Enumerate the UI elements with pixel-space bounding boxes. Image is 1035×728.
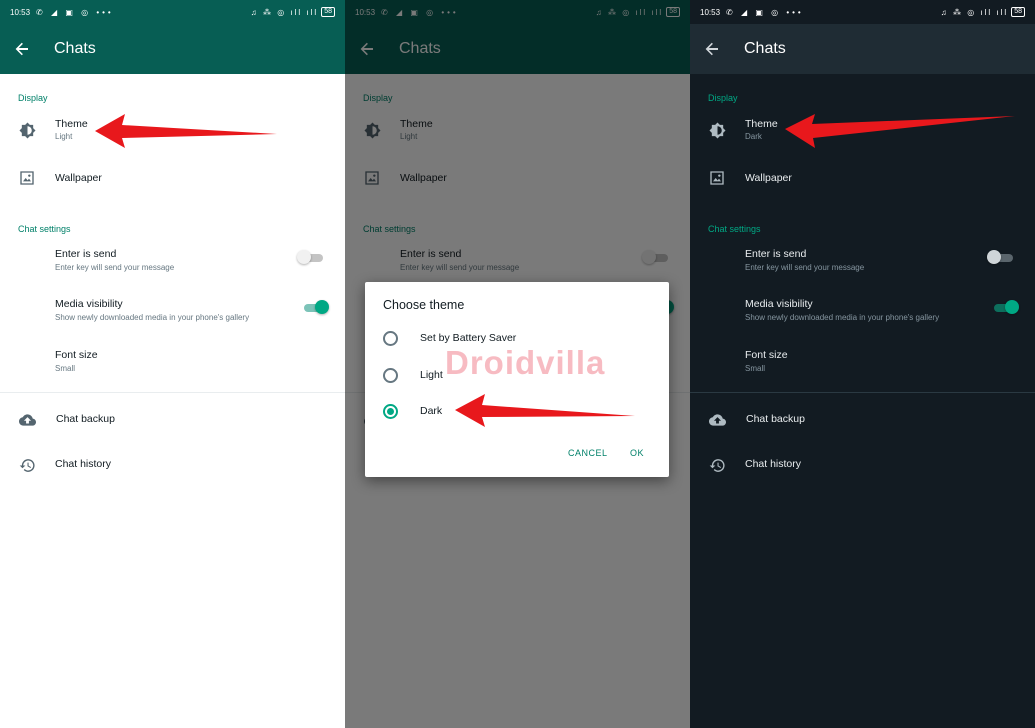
light-theme-screen: 10:53 ✆ ◢ ▣ ◎ ••• ♫ ⁂ ◎ ıll ıll 58 Chats…	[0, 0, 345, 728]
choose-theme-screen: 10:53 ✆ ◢ ▣ ◎ ••• ♫ ⁂ ◎ ıll ıll 58 Chats…	[345, 0, 690, 728]
setting-font-size-value: Small	[55, 364, 76, 373]
annotation-arrow	[785, 114, 1015, 148]
status-time: 10:53	[700, 7, 721, 17]
theme-option-label: Dark	[420, 405, 443, 417]
notification-icons: ✆ ◢ ▣ ◎ •••	[36, 7, 114, 17]
enter-is-send-toggle[interactable]	[987, 250, 1013, 264]
divider	[0, 392, 345, 393]
wallpaper-icon	[18, 169, 36, 187]
setting-font-size[interactable]: Font size Small	[0, 345, 345, 381]
dialog-title: Choose theme	[383, 298, 465, 312]
setting-chat-backup-title: Chat backup	[56, 413, 115, 425]
history-icon	[18, 456, 36, 474]
section-header-display: Display	[708, 93, 738, 103]
setting-wallpaper[interactable]: Wallpaper	[690, 162, 1035, 194]
setting-theme-value: Dark	[745, 132, 762, 141]
radio-button[interactable]	[383, 367, 398, 383]
setting-font-size[interactable]: Font size Small	[690, 345, 1035, 381]
setting-media-visibility[interactable]: Media visibility Show newly downloaded m…	[690, 294, 1035, 330]
radio-button-selected[interactable]	[383, 403, 398, 419]
section-header-chat-settings: Chat settings	[708, 224, 761, 234]
setting-media-visibility-title: Media visibility	[745, 298, 813, 310]
media-visibility-toggle[interactable]	[302, 300, 329, 314]
setting-chat-history-title: Chat history	[55, 458, 112, 470]
page-title: Chats	[54, 40, 96, 57]
enter-is-send-toggle[interactable]	[297, 250, 323, 264]
status-time: 10:53	[10, 7, 31, 17]
setting-enter-is-send-title: Enter is send	[745, 248, 807, 260]
setting-chat-backup-title: Chat backup	[746, 413, 805, 425]
app-bar: Chats	[0, 24, 345, 74]
setting-media-visibility[interactable]: Media visibility Show newly downloaded m…	[0, 294, 345, 330]
battery-icon: 58	[321, 7, 335, 17]
setting-theme-title: Theme	[55, 118, 88, 130]
app-bar: Chats	[690, 24, 1035, 74]
cloud-upload-icon	[18, 411, 36, 429]
setting-theme-value: Light	[55, 132, 73, 141]
wallpaper-icon	[708, 169, 726, 187]
setting-chat-backup[interactable]: Chat backup	[0, 408, 345, 432]
setting-chat-backup[interactable]: Chat backup	[690, 408, 1035, 432]
section-header-chat-settings: Chat settings	[18, 224, 71, 234]
setting-media-visibility-title: Media visibility	[55, 298, 123, 310]
setting-enter-is-send[interactable]: Enter is send Enter key will send your m…	[690, 244, 1035, 280]
brightness-icon	[18, 121, 36, 139]
divider	[690, 392, 1035, 393]
annotation-arrow	[95, 114, 277, 148]
brightness-icon	[708, 121, 726, 139]
setting-chat-history[interactable]: Chat history	[690, 453, 1035, 477]
radio-button[interactable]	[383, 330, 398, 346]
status-bar: 10:53 ✆ ◢ ▣ ◎ ••• ♫ ⁂ ◎ ıll ıll 58	[0, 0, 345, 24]
setting-chat-history-title: Chat history	[745, 458, 802, 470]
media-visibility-toggle[interactable]	[992, 300, 1019, 314]
setting-enter-is-send-sub: Enter key will send your message	[745, 263, 865, 272]
notification-icons: ✆ ◢ ▣ ◎ •••	[726, 7, 804, 17]
back-arrow-icon[interactable]	[690, 41, 734, 57]
setting-media-visibility-sub: Show newly downloaded media in your phon…	[55, 313, 250, 322]
ok-button[interactable]: OK	[630, 448, 644, 458]
status-bar: 10:53 ✆ ◢ ▣ ◎ ••• ♫ ⁂ ◎ ıll ıll 58	[690, 0, 1035, 24]
setting-enter-is-send-title: Enter is send	[55, 248, 117, 260]
watermark-text: Droidvilla	[445, 344, 606, 381]
back-arrow-icon[interactable]	[0, 41, 44, 57]
section-header-display: Display	[18, 93, 48, 103]
system-icons: ♫ ⁂ ◎ ıll ıll	[250, 7, 319, 17]
setting-font-size-value: Small	[745, 364, 766, 373]
settings-list: Display Theme Dark Wallpaper Chat settin…	[690, 74, 1035, 728]
page-title: Chats	[744, 40, 786, 57]
battery-icon: 58	[1011, 7, 1025, 17]
cloud-upload-icon	[708, 411, 726, 429]
dark-theme-screen: 10:53 ✆ ◢ ▣ ◎ ••• ♫ ⁂ ◎ ıll ıll 58 Chats…	[690, 0, 1035, 728]
history-icon	[708, 456, 726, 474]
settings-list: Display Theme Light Wallpaper Chat setti…	[0, 74, 345, 728]
setting-wallpaper-title: Wallpaper	[55, 172, 102, 184]
theme-option-label: Light	[420, 369, 443, 381]
setting-media-visibility-sub: Show newly downloaded media in your phon…	[745, 313, 940, 322]
cancel-button[interactable]: CANCEL	[568, 448, 608, 458]
setting-chat-history[interactable]: Chat history	[0, 453, 345, 477]
setting-theme-title: Theme	[745, 118, 778, 130]
theme-option-label: Set by Battery Saver	[420, 332, 517, 344]
setting-font-size-title: Font size	[55, 349, 98, 361]
setting-font-size-title: Font size	[745, 349, 788, 361]
setting-wallpaper[interactable]: Wallpaper	[0, 162, 345, 194]
annotation-arrow	[455, 394, 635, 427]
setting-enter-is-send-sub: Enter key will send your message	[55, 263, 175, 272]
setting-enter-is-send[interactable]: Enter is send Enter key will send your m…	[0, 244, 345, 280]
system-icons: ♫ ⁂ ◎ ıll ıll	[940, 7, 1009, 17]
setting-wallpaper-title: Wallpaper	[745, 172, 792, 184]
